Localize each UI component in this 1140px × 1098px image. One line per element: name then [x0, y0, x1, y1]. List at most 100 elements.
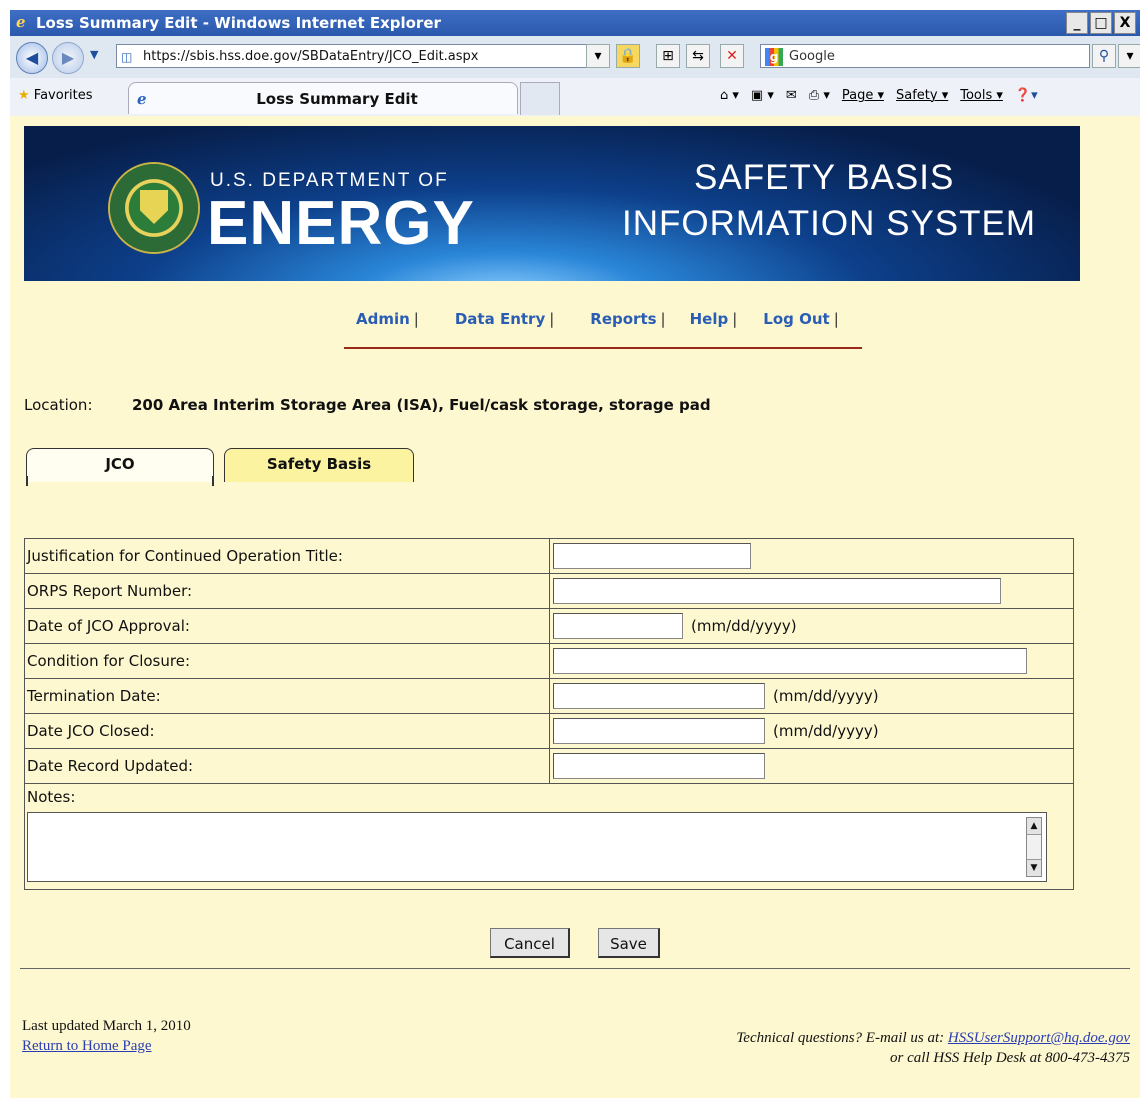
- form-row: Date JCO Closed: (mm/dd/yyyy): [24, 713, 1074, 749]
- print-icon[interactable]: ⎙ ▾: [809, 88, 830, 103]
- stop-icon[interactable]: ✕: [720, 44, 744, 68]
- lock-icon[interactable]: 🔒: [616, 44, 640, 68]
- nav-data-entry[interactable]: Data Entry: [455, 310, 545, 328]
- compatibility-icon[interactable]: ⊞: [656, 44, 680, 68]
- return-home-link[interactable]: Return to Home Page: [22, 1038, 152, 1055]
- page-content: U.S. DEPARTMENT OF ENERGY SAFETY BASIS I…: [10, 116, 1140, 1098]
- system-title-line1: SAFETY BASIS: [694, 158, 955, 197]
- location-label: Location:: [24, 396, 93, 414]
- mail-icon[interactable]: ✉: [786, 88, 797, 103]
- refresh-icon[interactable]: ⇆: [686, 44, 710, 68]
- favorites-button[interactable]: ★ Favorites: [18, 88, 93, 103]
- nav-logout[interactable]: Log Out: [763, 310, 829, 328]
- technical-contact: Technical questions? E-mail us at: HSSUs…: [736, 1028, 1130, 1068]
- updated-date-label: Date Record Updated:: [24, 748, 550, 784]
- close-button[interactable]: X: [1114, 12, 1136, 34]
- notes-textarea[interactable]: ▲ ▼: [27, 812, 1047, 882]
- nav-help[interactable]: Help: [690, 310, 729, 328]
- search-go-icon[interactable]: ⚲: [1092, 44, 1116, 68]
- approval-date-label: Date of JCO Approval:: [24, 608, 550, 644]
- command-bar: ⌂ ▾ ▣ ▾ ✉ ⎙ ▾ Page ▾ Safety ▾ Tools ▾ ❓▾: [720, 88, 1038, 103]
- feeds-icon[interactable]: ▣ ▾: [751, 88, 774, 103]
- form-row: Condition for Closure:: [24, 643, 1074, 679]
- tech-prefix: Technical questions? E-mail us at:: [736, 1030, 945, 1046]
- maximize-button[interactable]: □: [1090, 12, 1112, 34]
- support-email-link[interactable]: HSSUserSupport@hq.doe.gov: [948, 1030, 1130, 1046]
- nav-admin[interactable]: Admin: [356, 310, 410, 328]
- footer-divider: [20, 968, 1130, 969]
- nav-separator: |: [660, 310, 666, 328]
- history-dropdown-icon[interactable]: ▼: [90, 48, 98, 61]
- url-field[interactable]: ◫ https://sbis.hss.doe.gov/SBDataEntry/J…: [116, 44, 606, 68]
- tab-ie-icon: ℯ: [137, 90, 147, 108]
- updated-date-input[interactable]: [553, 753, 765, 779]
- jco-title-label: Justification for Continued Operation Ti…: [24, 538, 550, 574]
- tools-menu[interactable]: Tools ▾: [960, 88, 1003, 103]
- google-icon: g: [765, 48, 783, 66]
- form-row: Notes: ▲ ▼: [24, 783, 1074, 890]
- agency-line2: ENERGY: [207, 189, 475, 258]
- termination-date-input[interactable]: [553, 683, 765, 709]
- window-controls: _ □ X: [1066, 12, 1136, 34]
- jco-form: Justification for Continued Operation Ti…: [24, 538, 1074, 890]
- search-placeholder: Google: [789, 49, 835, 64]
- tab-jco[interactable]: JCO: [26, 448, 214, 482]
- forward-icon[interactable]: ▶: [52, 42, 84, 74]
- cancel-button[interactable]: Cancel: [490, 928, 570, 958]
- doe-seal-icon: [110, 164, 198, 252]
- scroll-up-icon[interactable]: ▲: [1027, 818, 1041, 835]
- help-icon[interactable]: ❓▾: [1015, 88, 1038, 103]
- form-row: Termination Date: (mm/dd/yyyy): [24, 678, 1074, 714]
- address-toolbar: ◀ ▶ ▼ ◫ https://sbis.hss.doe.gov/SBDataE…: [10, 36, 1140, 79]
- browser-tab[interactable]: ℯ Loss Summary Edit: [128, 82, 518, 114]
- search-input[interactable]: g Google: [760, 44, 1090, 68]
- ie-logo-icon: ℯ: [16, 13, 26, 31]
- nav-separator: |: [833, 310, 839, 328]
- notes-scrollbar[interactable]: ▲ ▼: [1026, 817, 1042, 877]
- closed-date-input[interactable]: [553, 718, 765, 744]
- minimize-button[interactable]: _: [1066, 12, 1088, 34]
- closure-condition-label: Condition for Closure:: [24, 643, 550, 679]
- form-row: Date Record Updated:: [24, 748, 1074, 784]
- system-title-line2: INFORMATION SYSTEM: [622, 204, 1037, 243]
- help-desk-text: or call HSS Help Desk at 800-473-4375: [890, 1050, 1130, 1066]
- notes-cell: Notes: ▲ ▼: [24, 783, 1074, 890]
- nav-reports[interactable]: Reports: [590, 310, 656, 328]
- form-row: ORPS Report Number:: [24, 573, 1074, 609]
- safety-menu[interactable]: Safety ▾: [896, 88, 948, 103]
- date-format-hint: (mm/dd/yyyy): [691, 617, 797, 635]
- save-button[interactable]: Save: [598, 928, 660, 958]
- main-nav: Admin | Data Entry | Reports | Help | Log Ou…: [356, 310, 865, 328]
- page-menu[interactable]: Page ▾: [842, 88, 884, 103]
- closed-date-label: Date JCO Closed:: [24, 713, 550, 749]
- jco-title-input[interactable]: [553, 543, 751, 569]
- form-row: Date of JCO Approval: (mm/dd/yyyy): [24, 608, 1074, 644]
- home-icon[interactable]: ⌂ ▾: [720, 88, 739, 103]
- tab-title: Loss Summary Edit: [256, 90, 418, 108]
- approval-date-input[interactable]: [553, 613, 683, 639]
- date-format-hint: (mm/dd/yyyy): [773, 722, 879, 740]
- termination-date-label: Termination Date:: [24, 678, 550, 714]
- url-dropdown-icon[interactable]: ▾: [586, 44, 610, 68]
- orps-input[interactable]: [553, 578, 1001, 604]
- window-title-bar: ℯ Loss Summary Edit - Windows Internet E…: [10, 10, 1140, 36]
- tab-safety-basis[interactable]: Safety Basis: [224, 448, 414, 482]
- date-format-hint: (mm/dd/yyyy): [773, 687, 879, 705]
- orps-label: ORPS Report Number:: [24, 573, 550, 609]
- nav-separator: |: [413, 310, 419, 328]
- location-value: 200 Area Interim Storage Area (ISA), Fue…: [132, 396, 711, 414]
- form-row: Justification for Continued Operation Ti…: [24, 538, 1074, 574]
- nav-separator: |: [732, 310, 738, 328]
- url-text: https://sbis.hss.doe.gov/SBDataEntry/JCO…: [143, 49, 479, 64]
- favorites-bar: ★ Favorites ℯ Loss Summary Edit ⌂ ▾ ▣ ▾ …: [10, 78, 1140, 118]
- back-icon[interactable]: ◀: [16, 42, 48, 74]
- nav-divider: [344, 347, 862, 349]
- star-icon: ★: [18, 88, 30, 103]
- scroll-down-icon[interactable]: ▼: [1027, 859, 1041, 876]
- closure-condition-input[interactable]: [553, 648, 1027, 674]
- favorites-label: Favorites: [33, 88, 93, 103]
- site-banner: U.S. DEPARTMENT OF ENERGY SAFETY BASIS I…: [24, 126, 1080, 281]
- last-updated-text: Last updated March 1, 2010: [22, 1018, 191, 1034]
- new-tab-button[interactable]: [520, 82, 560, 115]
- search-options-icon[interactable]: ▾: [1118, 44, 1140, 68]
